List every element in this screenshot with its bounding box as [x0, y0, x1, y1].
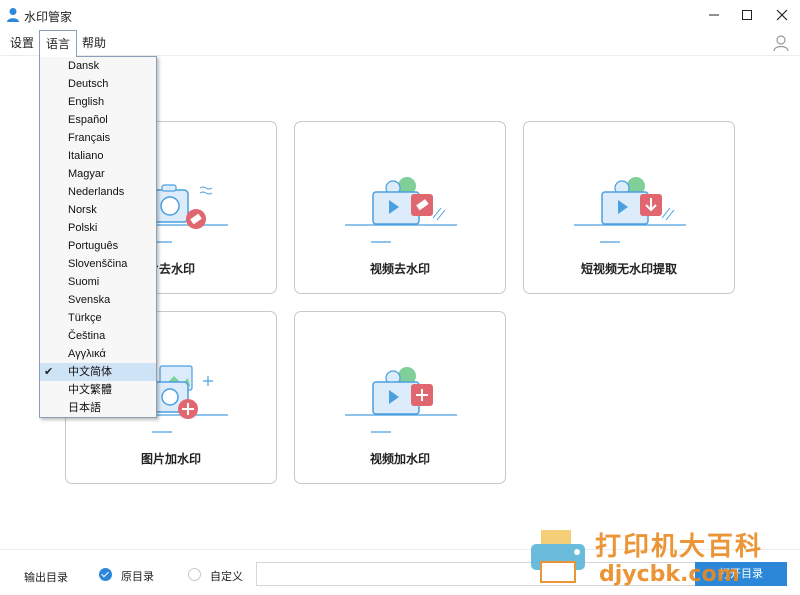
- language-option-portugues[interactable]: Português: [40, 237, 156, 255]
- language-option-english[interactable]: English: [40, 93, 156, 111]
- language-option-dansk[interactable]: Dansk: [40, 57, 156, 75]
- video-erase-icon: [345, 177, 457, 243]
- language-option-label: Polski: [68, 222, 98, 234]
- card-video-add-watermark[interactable]: 视频加水印: [294, 311, 506, 484]
- language-option-label: English: [68, 96, 105, 108]
- language-option-svenska[interactable]: Svenska: [40, 291, 156, 309]
- language-option-label: Čeština: [68, 330, 106, 342]
- language-option-magyar[interactable]: Magyar: [40, 165, 156, 183]
- radio-original-dir[interactable]: [99, 568, 112, 581]
- language-option-label: Italiano: [68, 150, 104, 162]
- video-download-icon: [574, 177, 686, 243]
- language-option-label: Αγγλικά: [68, 348, 106, 360]
- radio-original-dir-label[interactable]: 原目录: [121, 568, 154, 584]
- language-option-label: Deutsch: [68, 78, 109, 90]
- language-option-label: 中文简体: [68, 366, 112, 378]
- card-video-remove-watermark[interactable]: 视频去水印: [294, 121, 506, 294]
- language-option-label: Suomi: [68, 276, 100, 288]
- language-option-norsk[interactable]: Norsk: [40, 201, 156, 219]
- app-logo-icon: [7, 8, 19, 22]
- language-option-espanol[interactable]: Español: [40, 111, 156, 129]
- language-option-turkce[interactable]: Türkçe: [40, 309, 156, 327]
- card-short-video-extract[interactable]: 短视频无水印提取: [523, 121, 735, 294]
- language-option-nederlands[interactable]: Nederlands: [40, 183, 156, 201]
- card-label: 图片加水印: [140, 452, 201, 466]
- language-option-label: Français: [68, 132, 111, 144]
- language-option-label: Slovenščina: [68, 258, 128, 270]
- menu-language[interactable]: 语言: [39, 30, 78, 57]
- minimize-icon: [709, 14, 719, 16]
- menu-bar: 设置 语言 帮助: [0, 30, 800, 57]
- menu-help[interactable]: 帮助: [76, 30, 112, 56]
- output-path-input[interactable]: [256, 562, 696, 586]
- card-label: 短视频无水印提取: [580, 262, 677, 276]
- radio-custom-dir[interactable]: [188, 568, 201, 581]
- language-option-label: Dansk: [68, 60, 100, 72]
- language-option-label: Español: [68, 114, 108, 126]
- close-icon: [776, 9, 788, 21]
- close-button[interactable]: [764, 0, 800, 30]
- open-directory-button[interactable]: 打开目录: [695, 562, 787, 586]
- card-label: 视频加水印: [369, 452, 430, 466]
- language-option-label: Magyar: [68, 168, 105, 180]
- language-option-label: Nederlands: [68, 186, 125, 198]
- language-option-label: Norsk: [68, 204, 97, 216]
- language-option-label: 日本語: [68, 402, 101, 414]
- user-account-icon[interactable]: [772, 34, 790, 52]
- maximize-icon: [742, 10, 752, 20]
- language-option-francais[interactable]: Français: [40, 129, 156, 147]
- language-option-zh-hant[interactable]: 中文繁體: [40, 381, 156, 399]
- output-settings-bar: 输出目录 原目录 自定义 打开目录: [0, 549, 800, 595]
- language-option-cestina[interactable]: Čeština: [40, 327, 156, 345]
- language-option-polski[interactable]: Polski: [40, 219, 156, 237]
- radio-custom-dir-label[interactable]: 自定义: [210, 568, 243, 584]
- language-option-greek[interactable]: Αγγλικά: [40, 345, 156, 363]
- language-option-suomi[interactable]: Suomi: [40, 273, 156, 291]
- language-option-zh-hans[interactable]: ✔ 中文简体: [40, 363, 156, 381]
- language-dropdown: Dansk Deutsch English Español Français I…: [39, 56, 157, 418]
- language-option-label: Türkçe: [68, 312, 102, 324]
- video-add-icon: [345, 367, 457, 433]
- language-option-slovenscina[interactable]: Slovenščina: [40, 255, 156, 273]
- checkmark-icon: ✔: [44, 366, 54, 378]
- title-bar: 水印管家: [0, 0, 800, 30]
- window-title: 水印管家: [24, 10, 73, 24]
- output-dir-label: 输出目录: [24, 571, 68, 584]
- maximize-button[interactable]: [729, 0, 765, 30]
- language-option-deutsch[interactable]: Deutsch: [40, 75, 156, 93]
- language-option-italiano[interactable]: Italiano: [40, 147, 156, 165]
- language-option-label: 中文繁體: [68, 384, 112, 396]
- language-option-label: Svenska: [68, 294, 111, 306]
- minimize-button[interactable]: [696, 0, 732, 30]
- language-option-japanese[interactable]: 日本語: [40, 399, 156, 417]
- menu-settings[interactable]: 设置: [4, 30, 40, 56]
- card-label: 视频去水印: [369, 262, 430, 276]
- language-option-label: Português: [68, 240, 119, 252]
